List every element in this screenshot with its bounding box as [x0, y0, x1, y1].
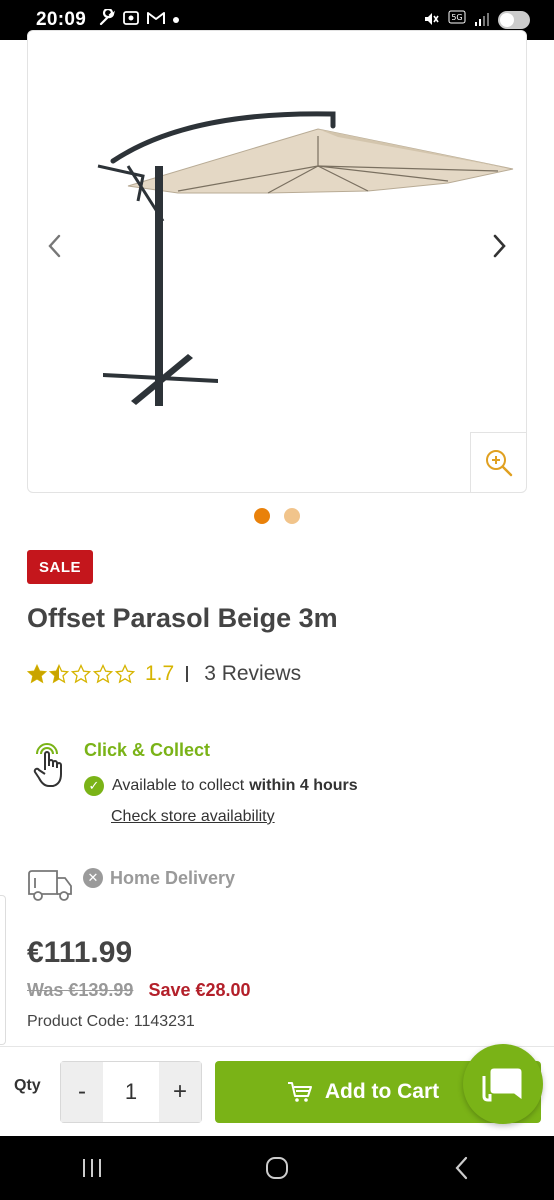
- chevron-right-icon: [493, 234, 506, 258]
- signal-icon: [474, 11, 490, 30]
- back-button[interactable]: [442, 1148, 482, 1188]
- availability-time: within 4 hours: [249, 777, 358, 794]
- carousel-prev-button[interactable]: [40, 231, 70, 261]
- chat-icon: [482, 1067, 523, 1102]
- star-icon: [71, 664, 91, 684]
- cart-icon: [287, 1082, 312, 1102]
- qty-input[interactable]: 1: [103, 1062, 159, 1122]
- status-system-icons: 5G: [422, 10, 530, 31]
- side-drawer-handle[interactable]: [0, 895, 6, 1045]
- delivery-truck-icon: [28, 870, 72, 901]
- carousel-next-button[interactable]: [484, 231, 514, 261]
- rating-row: 1.7 3 Reviews: [27, 662, 301, 686]
- home-delivery-section: ✕ Home Delivery: [27, 864, 527, 904]
- svg-text:5G: 5G: [451, 13, 462, 22]
- save-amount: Save €28.00: [148, 980, 251, 1000]
- qty-increase-button[interactable]: +: [159, 1062, 201, 1122]
- star-icon: [115, 664, 135, 684]
- chevron-left-icon: [48, 234, 61, 258]
- carousel-dot-2[interactable]: [284, 508, 300, 524]
- qty-decrease-button[interactable]: -: [61, 1062, 103, 1122]
- reviews-link[interactable]: 3 Reviews: [204, 662, 301, 686]
- was-price: Was €139.99: [27, 980, 134, 1000]
- x-circle-icon: ✕: [83, 868, 103, 888]
- zoom-button[interactable]: [470, 432, 526, 492]
- product-code: Product Code: 1143231: [27, 1013, 195, 1030]
- click-collect-section: Click & Collect ✓ Available to collect w…: [27, 738, 527, 838]
- status-time: 20:09: [36, 9, 87, 30]
- product-title: Offset Parasol Beige 3m: [27, 603, 338, 633]
- qty-label: Qty: [14, 1077, 41, 1094]
- star-icon: [27, 664, 47, 684]
- back-chevron-icon: [455, 1156, 467, 1180]
- dot-icon: [172, 11, 180, 29]
- screenshot-icon: [122, 9, 140, 32]
- click-collect-title: Click & Collect: [84, 740, 211, 760]
- gmail-icon: [146, 9, 166, 32]
- rating-value: 1.7: [145, 662, 175, 685]
- 5g-icon: 5G: [448, 10, 466, 31]
- mute-icon: [422, 10, 440, 31]
- product-image: [97, 111, 514, 406]
- recent-apps-button[interactable]: [72, 1148, 112, 1188]
- check-circle-icon: ✓: [84, 776, 104, 796]
- wrench-icon: [98, 7, 116, 32]
- chat-button[interactable]: [463, 1044, 543, 1124]
- star-icon: [93, 664, 113, 684]
- price-comparison: Was €139.99 Save €28.00: [27, 980, 251, 1001]
- home-delivery-label: Home Delivery: [110, 868, 236, 888]
- star-rating: [27, 664, 135, 684]
- current-price: €111.99: [27, 936, 133, 969]
- carousel-indicators: [0, 508, 554, 524]
- availability-text: Available to collect: [112, 777, 245, 794]
- recent-apps-icon: [83, 1159, 102, 1177]
- collect-availability: ✓ Available to collect within 4 hours: [84, 776, 358, 796]
- battery-icon: [498, 11, 530, 29]
- quantity-stepper: - 1 +: [60, 1061, 202, 1123]
- zoom-in-icon: [485, 449, 512, 476]
- add-to-cart-label: Add to Cart: [324, 1080, 440, 1103]
- home-button[interactable]: [257, 1148, 297, 1188]
- product-image-carousel[interactable]: [27, 30, 527, 493]
- android-nav-bar: [0, 1136, 554, 1200]
- home-circle-icon: [265, 1157, 288, 1179]
- sale-badge: SALE: [27, 550, 93, 584]
- check-store-link[interactable]: Check store availability: [111, 808, 275, 826]
- rating-divider: [186, 666, 189, 682]
- star-icon: [49, 664, 69, 684]
- carousel-dot-1[interactable]: [254, 508, 270, 524]
- status-notification-icons: [98, 7, 180, 32]
- hand-tap-icon: [33, 743, 62, 787]
